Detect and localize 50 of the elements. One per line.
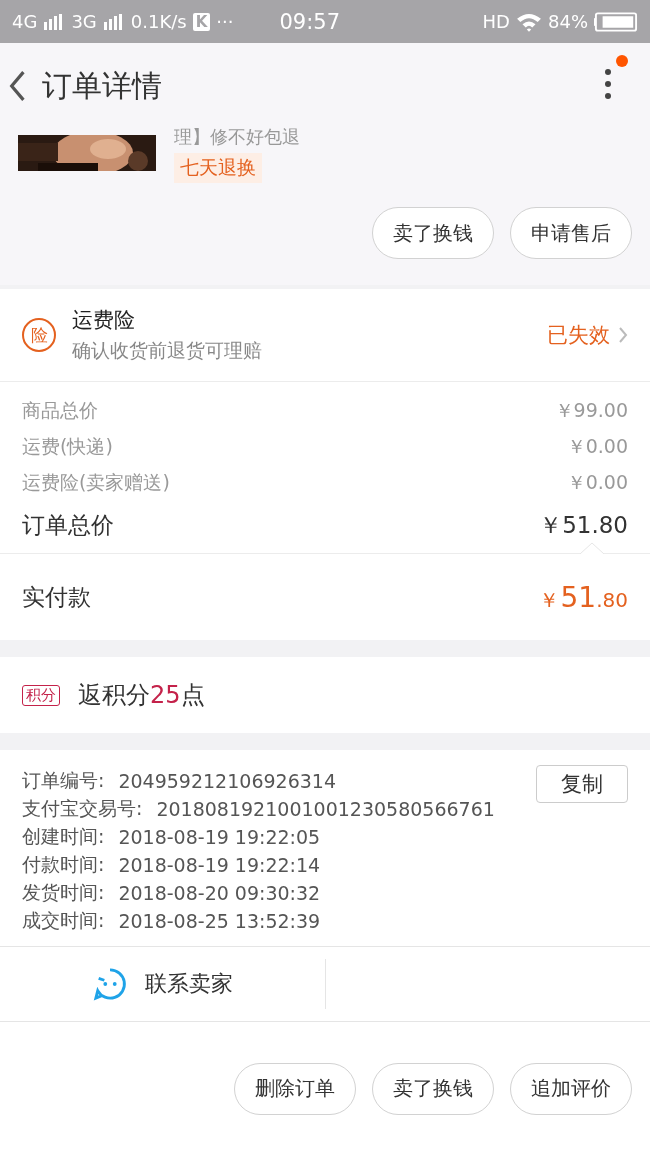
- info-value: 2018-08-25 13:52:39: [118, 910, 321, 932]
- action-button[interactable]: 卖了换钱: [372, 207, 494, 259]
- price-value: ￥0.00: [566, 470, 628, 495]
- insurance-subtitle: 确认收货前退货可理赔: [72, 338, 262, 363]
- price-label: 订单总价: [22, 511, 114, 540]
- more-indicator: ···: [216, 11, 234, 32]
- info-label: 订单编号:: [22, 768, 105, 793]
- info-value: 2018-08-20 09:30:32: [118, 882, 321, 904]
- payment-amount: ￥51.80: [538, 580, 628, 614]
- price-value: ￥0.00: [566, 434, 628, 459]
- price-label: 运费(快递): [22, 434, 113, 459]
- page-title: 订单详情: [42, 66, 162, 105]
- price-value: ￥99.00: [554, 398, 628, 423]
- action-button[interactable]: 申请售后: [510, 207, 632, 259]
- info-label: 付款时间:: [22, 852, 105, 877]
- price-label: 运费险(卖家赠送): [22, 470, 170, 495]
- chat-face-icon: [92, 967, 127, 1001]
- copy-button[interactable]: 复制: [536, 765, 628, 803]
- hd-label: HD: [482, 11, 510, 32]
- network-speed: 0.1K/s: [130, 11, 187, 32]
- info-label: 创建时间:: [22, 824, 105, 849]
- info-label: 发货时间:: [22, 880, 105, 905]
- insurance-title: 运费险: [72, 307, 136, 334]
- clock: 09:57: [279, 9, 340, 34]
- wifi-icon: [516, 11, 542, 32]
- app-badge: K: [192, 12, 211, 31]
- return-tag: 七天退换: [174, 153, 262, 183]
- battery-icon: [594, 11, 638, 32]
- info-label: 支付宝交易号:: [22, 796, 143, 821]
- network-label: 4G: [12, 11, 38, 32]
- chevron-icon: [618, 326, 628, 344]
- price-value: ￥51.80: [539, 511, 628, 540]
- signal-icon: [102, 13, 125, 30]
- network-label: 3G: [71, 11, 97, 32]
- points-badge: 积分: [22, 684, 60, 706]
- info-value: 2018081921001001230580566761: [156, 798, 495, 820]
- points-text: 返积分25点: [78, 680, 205, 711]
- info-value: 204959212106926314: [118, 770, 336, 792]
- battery-level: 84%: [548, 11, 588, 32]
- info-value: 2018-08-19 19:22:05: [118, 826, 321, 848]
- action-button[interactable]: 删除订单: [234, 1062, 356, 1115]
- action-button[interactable]: 卖了换钱: [372, 1062, 494, 1115]
- price-label: 商品总价: [22, 398, 98, 423]
- back-icon[interactable]: [8, 70, 26, 102]
- info-value: 2018-08-19 19:22:14: [118, 854, 321, 876]
- insurance-icon: 险: [22, 318, 56, 352]
- info-label: 成交时间:: [22, 908, 105, 933]
- product-title: 理】修不好包退: [174, 125, 301, 149]
- payment-label: 实付款: [22, 582, 91, 612]
- action-button[interactable]: 追加评价: [510, 1062, 632, 1115]
